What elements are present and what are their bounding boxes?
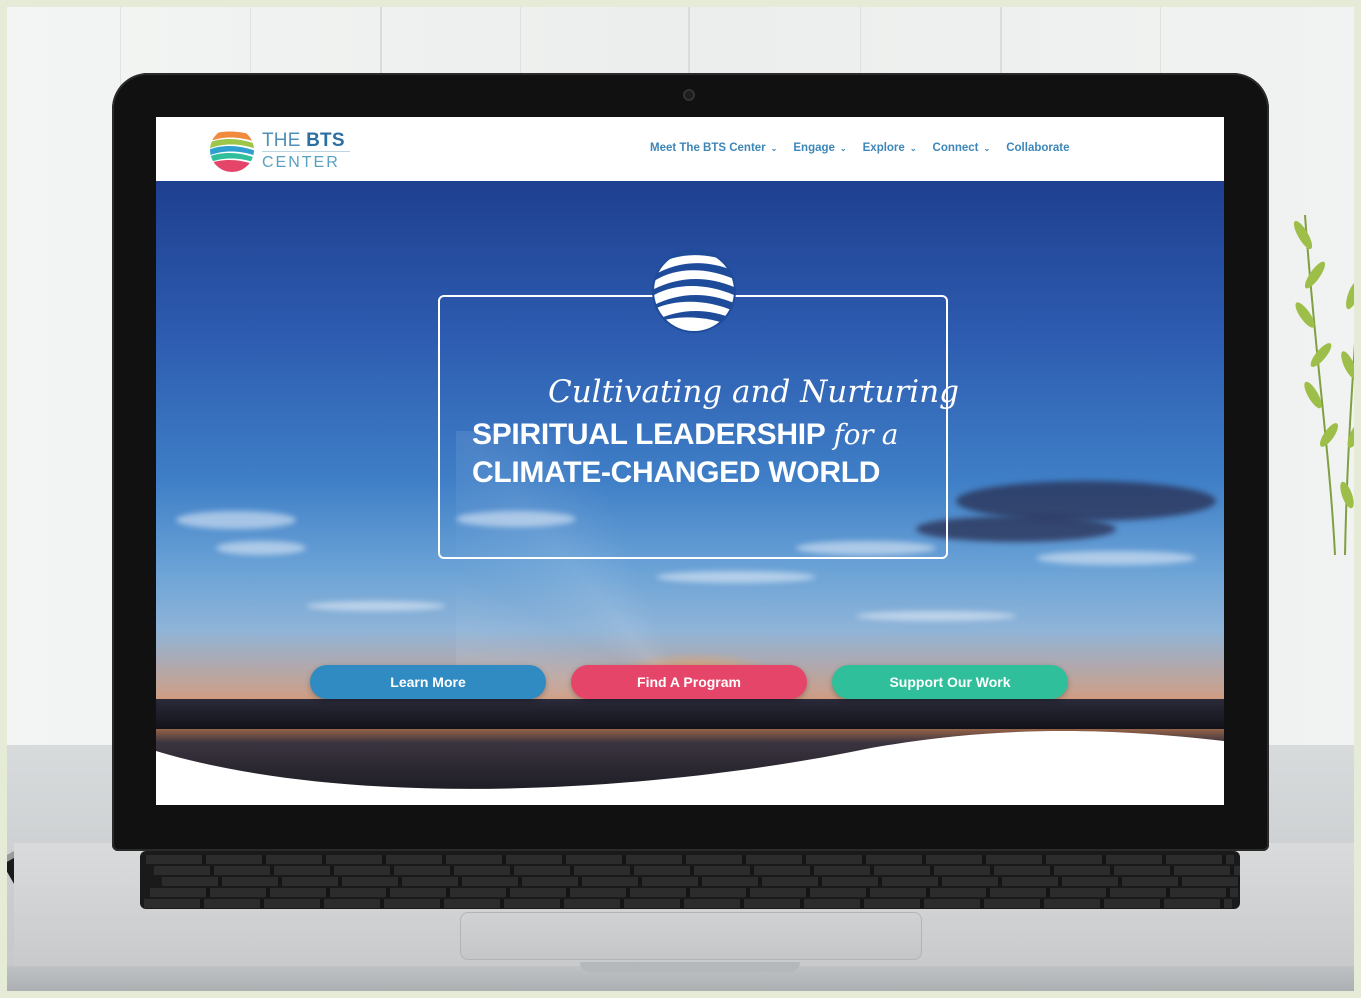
hero-tagline-inline-script: for a [833, 418, 899, 451]
logo-divider [262, 151, 350, 152]
nav-item-label: Collaborate [1006, 142, 1070, 154]
bts-logo-globe-icon [210, 128, 254, 172]
plant-leaves-icon [1293, 214, 1361, 555]
chevron-down-icon: ⌄ [770, 143, 778, 153]
cloud [1036, 551, 1196, 565]
main-nav: Meet The BTS Center ⌄ Engage ⌄ Explore ⌄… [650, 142, 1085, 154]
nav-item-label: Meet The BTS Center [650, 142, 766, 154]
nav-item-connect[interactable]: Connect ⌄ [933, 142, 991, 154]
hero-tagline-line-1: SPIRITUAL LEADERSHIP for a [472, 418, 899, 452]
hero-banner: Cultivating and Nurturing SPIRITUAL LEAD… [156, 181, 1224, 805]
laptop-keyboard [140, 851, 1240, 909]
key-row [150, 888, 1238, 897]
nav-item-explore[interactable]: Explore ⌄ [863, 142, 917, 154]
learn-more-button[interactable]: Learn More [310, 665, 546, 699]
cloud [176, 511, 296, 529]
nav-item-collaborate[interactable]: Collaborate [1006, 142, 1069, 154]
laptop-trackpad [460, 912, 922, 960]
nav-item-label: Connect [932, 142, 979, 154]
hero-tagline-line-2: CLIMATE-CHANGED WORLD [472, 456, 881, 489]
chevron-down-icon: ⌄ [839, 143, 847, 153]
find-a-program-button[interactable]: Find A Program [571, 665, 807, 699]
nav-item-label: Engage [793, 142, 835, 154]
logo-word-bts: BTS [306, 130, 345, 151]
hero-tagline-script: Cultivating and Nurturing [548, 374, 960, 410]
support-our-work-button[interactable]: Support Our Work [832, 665, 1068, 699]
chevron-down-icon: ⌄ [983, 143, 991, 153]
key-row [146, 855, 1234, 864]
logo-word-the: THE [262, 130, 301, 151]
key-row [154, 866, 1240, 875]
nav-item-label: Explore [862, 142, 905, 154]
bts-globe-emblem-icon [652, 249, 736, 333]
key-row [144, 899, 1232, 908]
laptop-screen: THE BTS CENTER Meet The BTS Center ⌄ Eng… [156, 117, 1224, 805]
cloud [856, 611, 1016, 621]
hero-tagline-bold: SPIRITUAL LEADERSHIP [472, 418, 826, 451]
key-row [162, 877, 1240, 886]
dark-cloud [956, 481, 1216, 521]
nav-item-meet[interactable]: Meet The BTS Center ⌄ [650, 142, 777, 154]
logo-word-center: CENTER [262, 154, 340, 171]
site-header: THE BTS CENTER Meet The BTS Center ⌄ Eng… [156, 117, 1224, 181]
logo-wordmark-top: THE BTS [262, 130, 345, 152]
laptop-notch [580, 962, 800, 972]
site-logo[interactable]: THE BTS CENTER [208, 124, 358, 174]
webcam-icon [683, 89, 695, 101]
chevron-down-icon: ⌄ [909, 143, 917, 153]
cloud [216, 541, 306, 555]
cloud [656, 571, 816, 583]
nav-item-engage[interactable]: Engage ⌄ [793, 142, 846, 154]
hero-wave-divider [156, 731, 1224, 805]
cloud [306, 601, 446, 611]
